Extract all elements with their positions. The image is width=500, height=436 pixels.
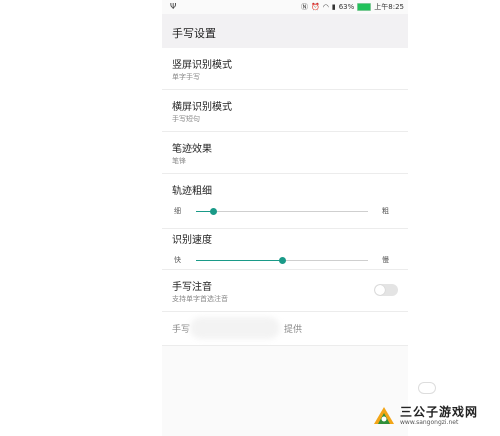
- battery-percent: 63%: [338, 3, 355, 11]
- recognition-speed-slider[interactable]: [196, 257, 368, 264]
- status-bar: Ψ Ⓝ ⏰ ◠ ▮ 63% 上午8:25: [162, 0, 408, 14]
- clock: 上午8:25: [374, 3, 404, 11]
- stroke-effect-value: 笔锋: [172, 157, 186, 165]
- watermark-url: www.sangongzi.net: [400, 419, 459, 426]
- recognition-speed-label: 识别速度: [172, 235, 212, 246]
- provider-label-start: 手写: [172, 325, 191, 335]
- setting-portrait-mode[interactable]: 竖屏识别模式 单字手写: [162, 48, 408, 90]
- setting-landscape-mode[interactable]: 横屏识别模式 手写短句: [162, 90, 408, 132]
- watermark: 三公子游戏网 www.sangongzi.net: [372, 402, 492, 430]
- page-title: 手写设置: [172, 27, 216, 40]
- portrait-mode-value: 单字手写: [172, 73, 200, 81]
- wifi-icon: ◠: [322, 3, 329, 11]
- stroke-effect-label: 笔迹效果: [172, 144, 212, 155]
- nfc-icon: Ⓝ: [301, 3, 309, 11]
- provider-label-end: 提供: [284, 325, 303, 335]
- setting-handwriting-pinyin[interactable]: 手写注音 支持单字首选注音: [162, 270, 408, 312]
- portrait-mode-label: 竖屏识别模式: [172, 60, 232, 71]
- phone-screen: Ψ Ⓝ ⏰ ◠ ▮ 63% 上午8:25 手写设置 竖屏识别模式 单字手写 横屏…: [162, 0, 408, 436]
- setting-recognition-speed: 识别速度 快 慢: [162, 229, 408, 270]
- handwriting-pinyin-toggle[interactable]: [374, 284, 398, 296]
- stroke-width-label: 轨迹粗细: [172, 186, 212, 197]
- provider-row: 手写 提供: [162, 312, 408, 346]
- toggle-knob: [375, 285, 385, 295]
- usb-icon: Ψ: [170, 2, 177, 11]
- signal-icon: ▮: [331, 3, 336, 11]
- handwriting-pinyin-description: 支持单字首选注音: [172, 295, 228, 303]
- recognition-speed-max-label: 慢: [382, 256, 389, 264]
- cloud-icon: [418, 382, 436, 394]
- stroke-width-slider[interactable]: [196, 208, 368, 215]
- setting-stroke-effect[interactable]: 笔迹效果 笔锋: [162, 132, 408, 174]
- setting-stroke-width: 轨迹粗细 细 粗: [162, 174, 408, 229]
- alarm-icon: ⏰: [311, 3, 320, 11]
- recognition-speed-min-label: 快: [174, 256, 181, 264]
- status-bar-right: Ⓝ ⏰ ◠ ▮ 63% 上午8:25: [301, 2, 404, 12]
- stroke-width-min-label: 细: [174, 207, 181, 215]
- watermark-title: 三公子游戏网: [400, 405, 479, 419]
- handwriting-pinyin-label: 手写注音: [172, 282, 212, 293]
- landscape-mode-label: 横屏识别模式: [172, 102, 232, 113]
- redacted-blur: [190, 317, 280, 339]
- title-bar: 手写设置: [162, 14, 408, 48]
- recognition-speed-fill: [196, 260, 282, 261]
- watermark-logo: [374, 407, 394, 424]
- recognition-speed-thumb[interactable]: [279, 257, 286, 264]
- stroke-width-thumb[interactable]: [210, 208, 218, 215]
- stroke-width-max-label: 粗: [382, 207, 389, 215]
- battery-icon: [357, 3, 372, 11]
- landscape-mode-value: 手写短句: [172, 115, 200, 123]
